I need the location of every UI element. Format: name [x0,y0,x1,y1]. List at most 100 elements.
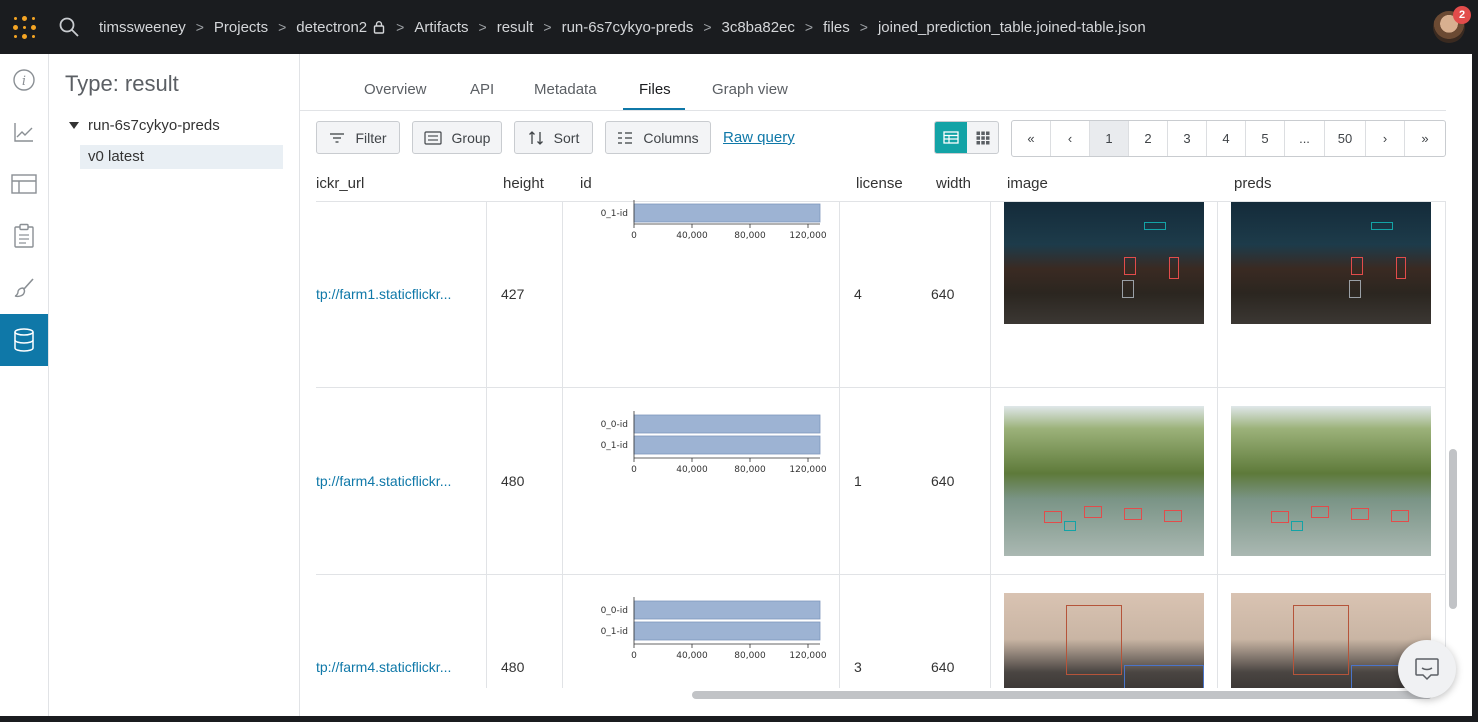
breadcrumb-type[interactable]: result [497,19,534,36]
chat-support-button[interactable] [1398,640,1456,698]
tab-graph-view[interactable]: Graph view [712,81,788,98]
wandb-logo-icon[interactable] [10,13,38,41]
page-first-button[interactable]: « [1012,121,1051,156]
brush-icon[interactable] [0,262,48,314]
breadcrumb-projects[interactable]: Projects [214,19,268,36]
breadcrumb-artifact[interactable]: run-6s7cykyo-preds [562,19,694,36]
page-50-button[interactable]: 50 [1325,121,1366,156]
image-thumbnail[interactable] [1004,593,1204,688]
page-4-button[interactable]: 4 [1207,121,1246,156]
breadcrumb-artifacts[interactable]: Artifacts [414,19,468,36]
clipboard-icon[interactable] [0,210,48,262]
filter-icon [330,132,345,143]
flickr-url-link[interactable]: tp://farm1.staticflickr... [316,286,451,302]
left-rail: i [0,54,49,722]
column-header-preds[interactable]: preds [1234,175,1272,192]
column-header-id[interactable]: id [580,175,592,192]
detection-box [1124,257,1136,275]
results-table: ickr_url height id license width image p… [316,166,1446,688]
breadcrumb-project[interactable]: detectron2 [296,19,386,36]
license-value: 3 [854,659,862,675]
filter-label: Filter [355,129,387,146]
table-icon[interactable] [0,158,48,210]
detection-box [1122,280,1134,298]
pagination: « ‹ 1 2 3 4 5 ... 50 › » [1011,120,1446,157]
group-button[interactable]: Group [412,121,502,154]
detection-box [1084,506,1102,518]
column-header-flickr-url[interactable]: ickr_url [316,175,364,192]
table-cell [487,202,563,387]
logo-dot [31,16,36,21]
svg-text:i: i [22,74,26,89]
column-header-height[interactable]: height [503,175,544,192]
table-row: tp://farm4.staticflickr... 480 1 640 0_0-id 0… [316,388,1446,575]
width-value: 640 [931,472,955,489]
page-1-button[interactable]: 1 [1090,121,1129,156]
id-histogram: 0_0-id 0_1-id 0 40,000 80,000 120,000 [601,597,827,661]
horizontal-scrollbar[interactable] [692,691,1432,699]
table-view-icon [943,131,959,144]
window-edge-right [1472,54,1478,722]
column-header-width[interactable]: width [936,175,971,192]
page-prev-button[interactable]: ‹ [1051,121,1090,156]
page-next-button[interactable]: › [1366,121,1405,156]
page-3-button[interactable]: 3 [1168,121,1207,156]
histogram-tick-label: 120,000 [789,231,826,241]
breadcrumb-files[interactable]: files [823,19,850,36]
page-5-button[interactable]: 5 [1246,121,1285,156]
search-icon[interactable] [58,16,80,38]
image-thumbnail[interactable] [1004,406,1204,556]
logo-dot [13,25,18,30]
breadcrumb-user[interactable]: timssweeney [99,19,186,36]
page-last-button[interactable]: » [1405,121,1445,156]
lock-icon [373,20,385,34]
detection-box [1169,257,1179,279]
width-value: 640 [931,286,955,302]
main-content: Overview API Metadata Files Graph view F… [300,54,1478,722]
tab-api[interactable]: API [470,81,494,98]
logo-dot [13,16,18,21]
database-icon[interactable] [0,314,48,366]
histogram-tick-label: 80,000 [734,231,766,241]
table-view-toggle[interactable] [935,122,967,153]
tree-run-item[interactable]: run-6s7cykyo-preds [69,117,220,134]
tree-version-item[interactable]: v0 latest [80,145,283,169]
vertical-scrollbar[interactable] [1449,449,1457,609]
logo-dot [22,16,27,21]
preds-thumbnail[interactable] [1231,406,1431,556]
column-header-license[interactable]: license [856,175,903,192]
tab-overview[interactable]: Overview [364,81,427,98]
caret-down-icon[interactable] [69,122,79,129]
tab-metadata[interactable]: Metadata [534,81,597,98]
histogram-label: 0_1-id [601,209,628,219]
detection-box [1396,257,1406,279]
histogram-label: 0_1-id [601,627,628,637]
column-header-image[interactable]: image [1007,175,1048,192]
image-thumbnail[interactable] [1004,202,1204,324]
filter-button[interactable]: Filter [316,121,400,154]
breadcrumb: timssweeney > Projects > detectron2 > Artif… [99,18,1146,36]
detection-box [1291,521,1303,531]
grid-view-toggle[interactable] [967,122,998,153]
tab-files[interactable]: Files [639,81,671,98]
flickr-url-link[interactable]: tp://farm4.staticflickr... [316,659,451,675]
table-cell [487,388,563,574]
sort-icon [528,130,543,145]
columns-button[interactable]: Columns [605,121,711,154]
page-2-button[interactable]: 2 [1129,121,1168,156]
sort-button[interactable]: Sort [514,121,593,154]
raw-query-link[interactable]: Raw query [723,129,795,146]
info-icon[interactable]: i [0,54,48,106]
group-icon [423,130,442,145]
histogram-bar [633,600,821,620]
histogram-bar [633,621,821,641]
preds-thumbnail[interactable] [1231,202,1431,324]
table-toolbar: Filter Group Sort Columns Raw query « ‹ … [316,120,1446,158]
id-histogram: 0_0-id 0_1-id 0 40,000 80,000 120,000 [601,410,827,475]
breadcrumb-version[interactable]: 3c8ba82ec [722,19,795,36]
logo-dot [13,34,18,39]
histogram-tick-label: 80,000 [734,651,766,661]
logo-dot [22,25,27,30]
flickr-url-link[interactable]: tp://farm4.staticflickr... [316,473,451,489]
chart-line-icon[interactable] [0,106,48,158]
